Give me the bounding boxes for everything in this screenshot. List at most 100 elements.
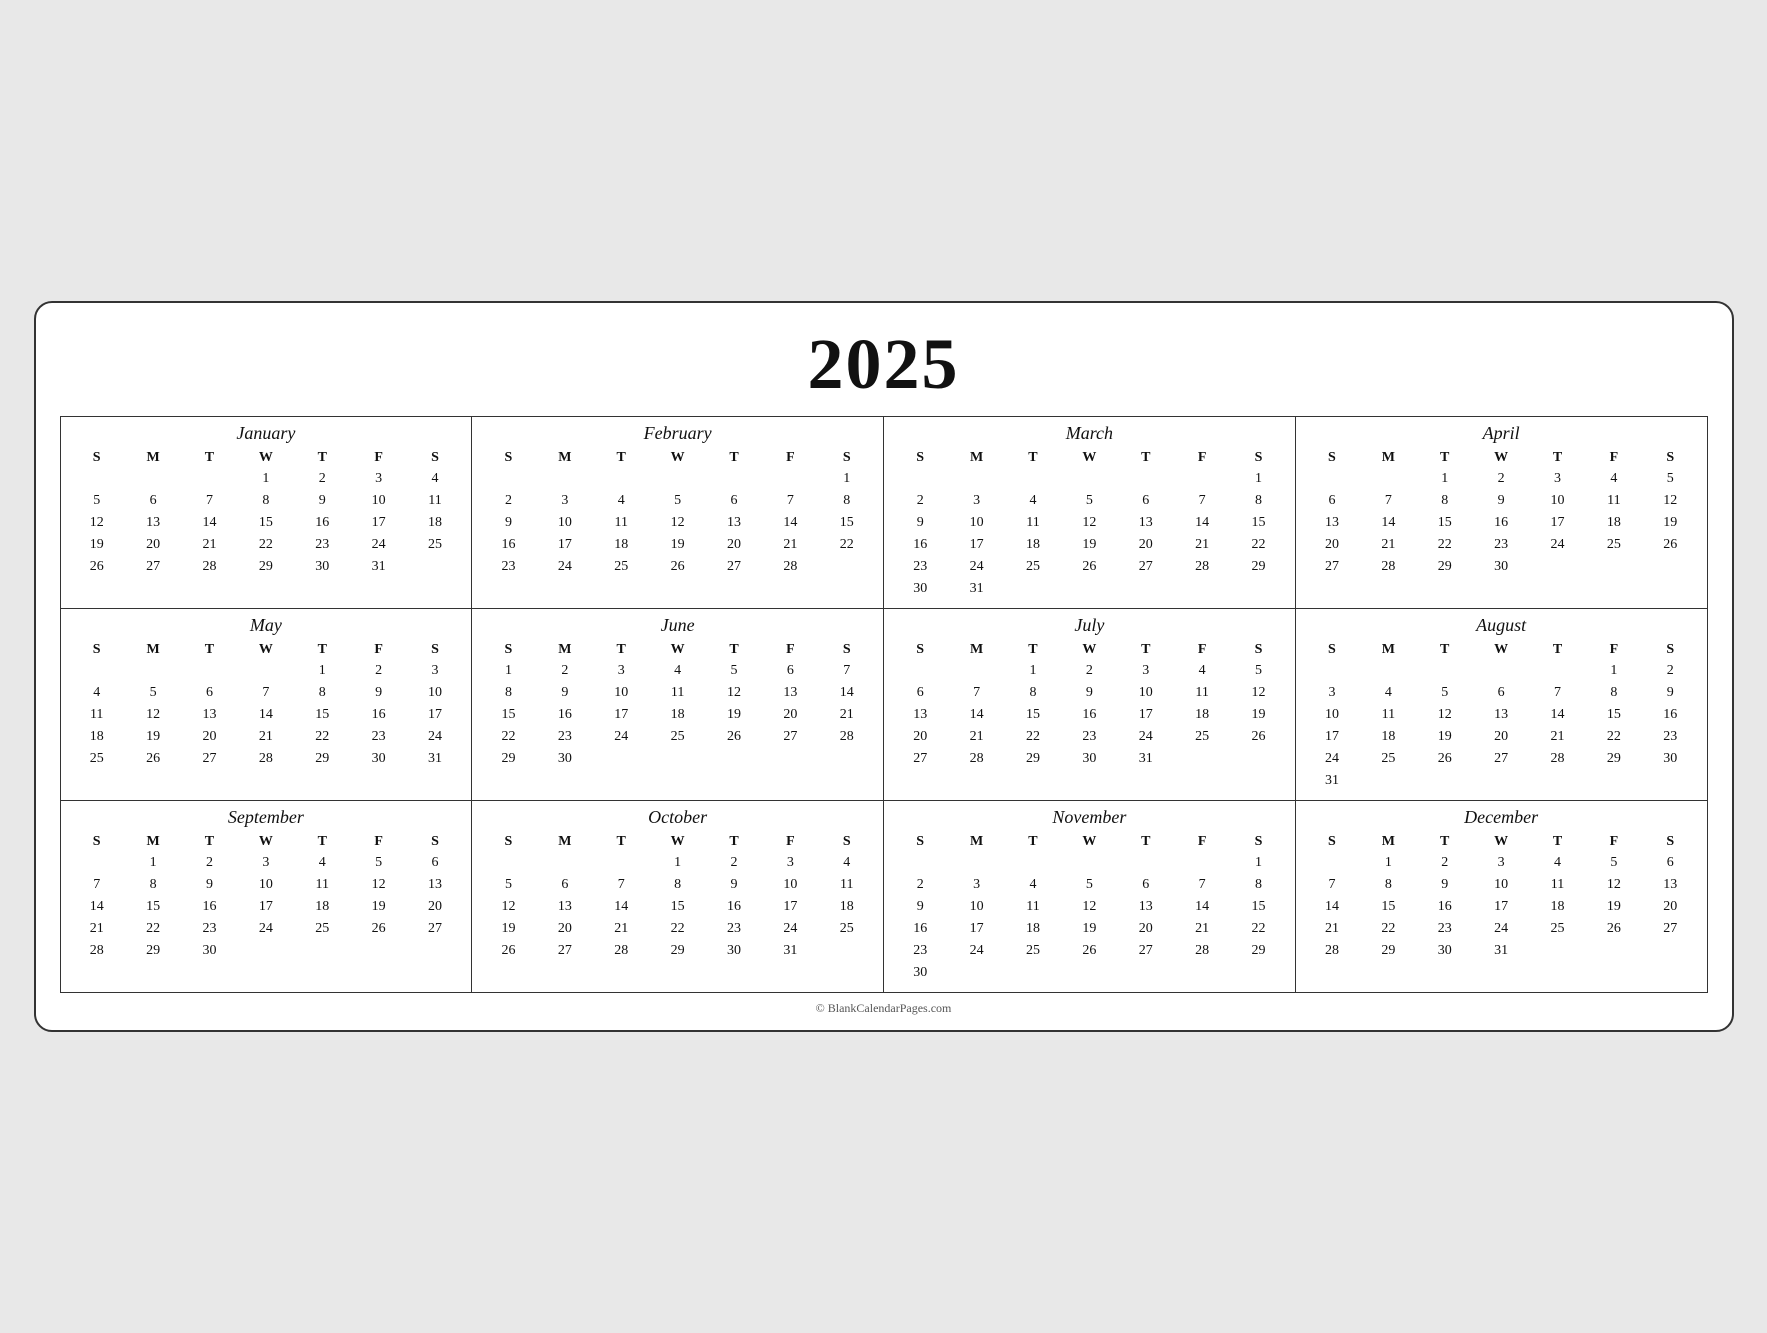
calendar-day: 12 — [125, 704, 181, 726]
calendar-day: 18 — [1360, 726, 1416, 748]
calendar-day: 3 — [537, 490, 593, 512]
month-name: October — [480, 807, 875, 828]
calendar-day: 28 — [948, 748, 1004, 770]
calendar-day — [1174, 468, 1230, 490]
calendar-day: 27 — [537, 940, 593, 962]
day-header: F — [350, 640, 406, 660]
calendar-day: 16 — [1642, 704, 1698, 726]
calendar-day: 26 — [1230, 726, 1286, 748]
day-header: S — [69, 640, 125, 660]
calendar-day: 17 — [762, 896, 818, 918]
calendar-day — [948, 660, 1004, 682]
calendar-day — [125, 660, 181, 682]
day-header: S — [819, 832, 875, 852]
calendar-day: 2 — [537, 660, 593, 682]
calendar-day: 12 — [649, 512, 705, 534]
calendar-day: 25 — [1005, 940, 1061, 962]
day-header: S — [1230, 448, 1286, 468]
calendar-day: 15 — [1360, 896, 1416, 918]
calendar-day: 10 — [350, 490, 406, 512]
calendar-day — [1360, 660, 1416, 682]
day-header: M — [948, 832, 1004, 852]
calendar-day: 22 — [238, 534, 294, 556]
day-header: M — [948, 640, 1004, 660]
calendar-day: 27 — [407, 918, 463, 940]
day-header: W — [238, 448, 294, 468]
calendar-day: 8 — [649, 874, 705, 896]
calendar-day: 9 — [1473, 490, 1529, 512]
calendar-day: 27 — [125, 556, 181, 578]
day-header: W — [238, 640, 294, 660]
calendar-day: 12 — [1586, 874, 1642, 896]
calendar-day: 28 — [1360, 556, 1416, 578]
calendar-day: 5 — [1061, 490, 1117, 512]
calendar-day: 3 — [948, 874, 1004, 896]
calendar-day: 21 — [181, 534, 237, 556]
calendar-day — [706, 748, 762, 770]
calendar-day — [1005, 962, 1061, 984]
calendar-day: 24 — [1118, 726, 1174, 748]
calendar-day: 12 — [706, 682, 762, 704]
month-cell-february: FebruarySMTWTFS1234567891011121314151617… — [472, 417, 884, 609]
calendar-day — [1473, 770, 1529, 792]
calendar-day: 3 — [948, 490, 1004, 512]
calendar-day — [1529, 660, 1585, 682]
calendar-day: 27 — [762, 726, 818, 748]
calendar-day: 23 — [892, 940, 948, 962]
calendar-day — [1642, 770, 1698, 792]
calendar-day: 7 — [948, 682, 1004, 704]
month-table: SMTWTFS123456789101112131415161718192021… — [480, 448, 875, 578]
calendar-day — [1417, 660, 1473, 682]
day-header: T — [1417, 640, 1473, 660]
calendar-day: 5 — [1586, 852, 1642, 874]
calendar-day: 29 — [238, 556, 294, 578]
calendar-day: 2 — [1061, 660, 1117, 682]
month-name: April — [1304, 423, 1699, 444]
calendar-day: 5 — [1417, 682, 1473, 704]
calendar-day: 24 — [948, 556, 1004, 578]
calendar-day: 28 — [238, 748, 294, 770]
calendar-day: 15 — [125, 896, 181, 918]
calendar-day: 10 — [407, 682, 463, 704]
calendar-day: 1 — [480, 660, 536, 682]
calendar-day: 29 — [1586, 748, 1642, 770]
calendar-day: 20 — [706, 534, 762, 556]
day-header: S — [480, 448, 536, 468]
calendar-day: 16 — [1417, 896, 1473, 918]
calendar-day: 19 — [125, 726, 181, 748]
day-header: F — [1586, 832, 1642, 852]
day-header: T — [593, 448, 649, 468]
calendar-day: 11 — [593, 512, 649, 534]
calendar-day: 30 — [294, 556, 350, 578]
calendar-day: 6 — [1118, 874, 1174, 896]
day-header: S — [1304, 640, 1360, 660]
calendar-day: 18 — [69, 726, 125, 748]
day-header: S — [892, 832, 948, 852]
calendar-day: 3 — [1118, 660, 1174, 682]
calendar-day: 25 — [69, 748, 125, 770]
month-cell-august: AugustSMTWTFS123456789101112131415161718… — [1296, 609, 1708, 801]
calendar-day — [1005, 852, 1061, 874]
calendar-day: 2 — [294, 468, 350, 490]
calendar-day — [480, 468, 536, 490]
day-header: S — [1642, 832, 1698, 852]
day-header: W — [1061, 832, 1117, 852]
calendar-day: 10 — [593, 682, 649, 704]
calendar-day: 24 — [537, 556, 593, 578]
calendar-day: 4 — [649, 660, 705, 682]
day-header: T — [181, 448, 237, 468]
month-name: May — [69, 615, 464, 636]
calendar-day: 19 — [350, 896, 406, 918]
calendar-day: 21 — [1174, 918, 1230, 940]
calendar-day: 20 — [125, 534, 181, 556]
calendar-day: 1 — [294, 660, 350, 682]
calendar-day: 29 — [1360, 940, 1416, 962]
calendar-day: 18 — [593, 534, 649, 556]
calendar-day: 31 — [762, 940, 818, 962]
calendar-day: 1 — [1417, 468, 1473, 490]
calendar-day: 20 — [1473, 726, 1529, 748]
calendar-day: 4 — [819, 852, 875, 874]
calendar-day: 28 — [593, 940, 649, 962]
calendar-day: 24 — [1304, 748, 1360, 770]
calendar-day: 15 — [1586, 704, 1642, 726]
